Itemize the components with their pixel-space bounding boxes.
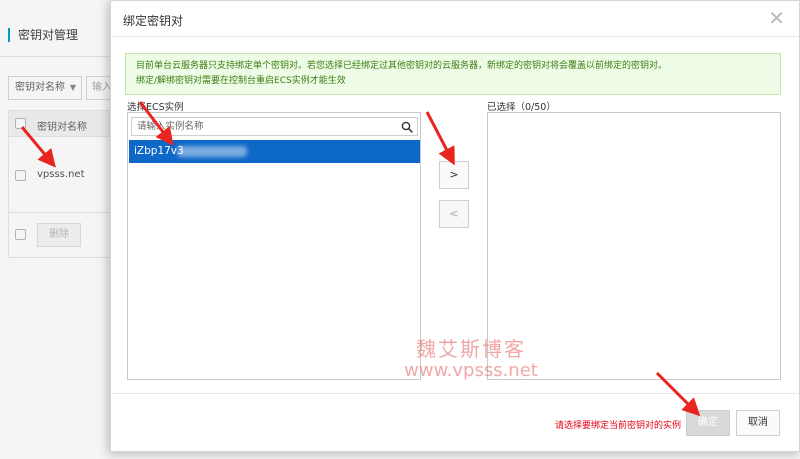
dialog-header: 绑定密钥对 ✕ [111, 1, 799, 37]
selected-instances-label: 已选择（0/50） [487, 102, 556, 113]
instance-list: iZbp17v3 [129, 140, 420, 163]
search-icon[interactable] [401, 121, 413, 133]
add-to-selected-button[interactable]: > [439, 161, 469, 189]
dialog-title: 绑定密钥对 [123, 14, 184, 28]
redacted-mask [177, 146, 247, 157]
bind-keypair-dialog: 绑定密钥对 ✕ 目前单台云服务器只支持绑定单个密钥对。若您选择已经绑定过其他密钥… [110, 0, 800, 452]
instance-search-input[interactable] [132, 118, 392, 135]
selection-hint: 请选择要绑定当前密钥对的实例 [555, 421, 682, 431]
confirm-button[interactable]: 确定 [686, 410, 730, 436]
available-instances-label: 选择ECS实例 [127, 102, 184, 113]
list-item[interactable]: iZbp17v3 [129, 140, 420, 163]
info-notice: 目前单台云服务器只支持绑定单个密钥对。若您选择已经绑定过其他密钥对的云服务器，新… [125, 53, 781, 95]
instance-search [131, 117, 418, 136]
dialog-footer: 请选择要绑定当前密钥对的实例 确定 取消 [111, 393, 799, 451]
selected-instances-panel [487, 112, 781, 380]
remove-from-selected-button[interactable]: < [439, 200, 469, 228]
cancel-button[interactable]: 取消 [736, 410, 780, 436]
close-icon[interactable]: ✕ [768, 8, 785, 28]
available-instances-panel: iZbp17v3 [127, 112, 421, 380]
notice-line-1: 目前单台云服务器只支持绑定单个密钥对。若您选择已经绑定过其他密钥对的云服务器，新… [136, 61, 668, 71]
notice-line-2: 绑定/解绑密钥对需要在控制台重启ECS实例才能生效 [136, 76, 346, 86]
